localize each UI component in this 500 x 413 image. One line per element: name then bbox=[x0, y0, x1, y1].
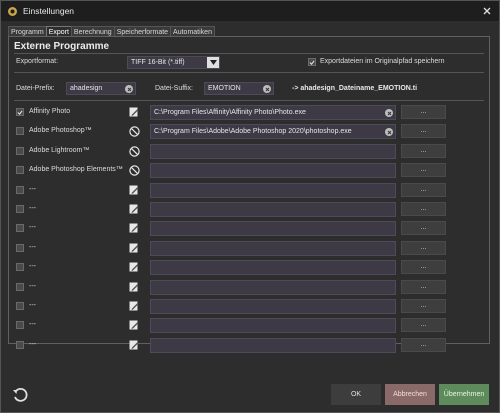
divider bbox=[14, 53, 484, 54]
browse-button[interactable]: ... bbox=[401, 299, 446, 313]
window-title: Einstellungen bbox=[23, 6, 75, 16]
suffix-input[interactable]: EMOTION bbox=[204, 82, 274, 95]
program-enable-checkbox[interactable] bbox=[16, 127, 24, 135]
chevron-down-icon bbox=[207, 57, 219, 68]
program-enable-checkbox[interactable] bbox=[16, 186, 24, 194]
edit-icon[interactable] bbox=[128, 261, 140, 273]
program-path-value: C:\Program Files\Affinity\Affinity Photo… bbox=[154, 109, 306, 116]
program-path-input[interactable] bbox=[150, 183, 396, 198]
export-format-select[interactable]: TIFF 16-Bit (*.tiff) bbox=[127, 56, 220, 69]
browse-button[interactable]: ... bbox=[401, 183, 446, 197]
program-name: Adobe Photoshop Elements™ bbox=[29, 166, 123, 173]
program-enable-checkbox[interactable] bbox=[16, 321, 24, 329]
program-enable-checkbox[interactable] bbox=[16, 341, 24, 349]
program-name: --- bbox=[29, 224, 36, 231]
divider bbox=[14, 100, 484, 101]
program-name: Adobe Lightroom™ bbox=[29, 147, 90, 154]
program-path-input[interactable]: C:\Program Files\Affinity\Affinity Photo… bbox=[150, 105, 396, 120]
edit-icon[interactable] bbox=[128, 339, 140, 351]
program-path-input[interactable]: C:\Program Files\Adobe\Adobe Photoshop 2… bbox=[150, 124, 396, 139]
clear-icon[interactable] bbox=[263, 85, 271, 93]
clear-icon[interactable] bbox=[385, 109, 393, 117]
program-enable-checkbox[interactable] bbox=[16, 147, 24, 155]
program-enable-checkbox[interactable] bbox=[16, 205, 24, 213]
export-format-label: Exportformat: bbox=[16, 58, 59, 65]
edit-icon[interactable] bbox=[128, 222, 140, 234]
program-enable-checkbox[interactable] bbox=[16, 283, 24, 291]
program-name: --- bbox=[29, 205, 36, 212]
section-title: Externe Programme bbox=[14, 41, 110, 52]
program-path-input[interactable] bbox=[150, 299, 396, 314]
program-path-input[interactable] bbox=[150, 241, 396, 256]
no-entry-icon[interactable] bbox=[128, 145, 140, 157]
program-path-input[interactable] bbox=[150, 202, 396, 217]
program-path-input[interactable] bbox=[150, 260, 396, 275]
browse-button[interactable]: ... bbox=[401, 338, 446, 352]
prefix-value: ahadesign bbox=[70, 85, 103, 92]
edit-icon[interactable] bbox=[128, 242, 140, 254]
edit-icon[interactable] bbox=[128, 300, 140, 312]
suffix-label: Datei-Suffix: bbox=[155, 85, 193, 92]
browse-button[interactable]: ... bbox=[401, 260, 446, 274]
program-enable-checkbox[interactable] bbox=[16, 244, 24, 252]
browse-button[interactable]: ... bbox=[401, 241, 446, 255]
divider bbox=[14, 72, 484, 73]
browse-button[interactable]: ... bbox=[401, 124, 446, 138]
settings-window: Einstellungen Programm Export Berechnung… bbox=[0, 0, 500, 413]
program-name: --- bbox=[29, 186, 36, 193]
program-path-input[interactable] bbox=[150, 280, 396, 295]
save-original-label: Exportdateien im Originalpfad speichern bbox=[320, 58, 445, 65]
browse-button[interactable]: ... bbox=[401, 221, 446, 235]
title-bar: Einstellungen bbox=[1, 1, 499, 21]
program-path-value: C:\Program Files\Adobe\Adobe Photoshop 2… bbox=[154, 128, 352, 135]
program-enable-checkbox[interactable] bbox=[16, 108, 24, 116]
program-path-input[interactable] bbox=[150, 163, 396, 178]
clear-icon[interactable] bbox=[125, 85, 133, 93]
reset-icon[interactable] bbox=[12, 387, 28, 403]
edit-icon[interactable] bbox=[128, 203, 140, 215]
program-path-input[interactable] bbox=[150, 338, 396, 353]
clear-icon[interactable] bbox=[385, 128, 393, 136]
no-entry-icon[interactable] bbox=[128, 164, 140, 176]
program-path-input[interactable] bbox=[150, 221, 396, 236]
cancel-button[interactable]: Abbrechen bbox=[385, 384, 435, 405]
export-panel: Externe Programme Exportformat: TIFF 16-… bbox=[8, 36, 490, 353]
browse-button[interactable]: ... bbox=[401, 105, 446, 119]
export-format-value: TIFF 16-Bit (*.tiff) bbox=[131, 59, 185, 66]
program-name: --- bbox=[29, 341, 36, 348]
program-name: Adobe Photoshop™ bbox=[29, 127, 92, 134]
ok-button[interactable]: OK bbox=[331, 384, 381, 405]
no-entry-icon[interactable] bbox=[128, 125, 140, 137]
program-name: --- bbox=[29, 263, 36, 270]
browse-button[interactable]: ... bbox=[401, 144, 446, 158]
program-name: --- bbox=[29, 302, 36, 309]
save-original-checkbox[interactable] bbox=[308, 58, 316, 66]
edit-icon[interactable] bbox=[128, 106, 140, 118]
apply-button[interactable]: Übernehmen bbox=[439, 384, 489, 405]
program-enable-checkbox[interactable] bbox=[16, 166, 24, 174]
suffix-value: EMOTION bbox=[208, 85, 241, 92]
program-name: --- bbox=[29, 244, 36, 251]
edit-icon[interactable] bbox=[128, 319, 140, 331]
program-path-input[interactable] bbox=[150, 144, 396, 159]
browse-button[interactable]: ... bbox=[401, 163, 446, 177]
program-name: Affinity Photo bbox=[29, 108, 71, 115]
program-enable-checkbox[interactable] bbox=[16, 302, 24, 310]
app-icon bbox=[6, 5, 18, 17]
filename-preview: -> ahadesign_Dateiname_EMOTION.ti bbox=[292, 85, 418, 92]
prefix-input[interactable]: ahadesign bbox=[66, 82, 136, 95]
close-icon[interactable] bbox=[479, 3, 495, 19]
browse-button[interactable]: ... bbox=[401, 202, 446, 216]
browse-button[interactable]: ... bbox=[401, 280, 446, 294]
program-enable-checkbox[interactable] bbox=[16, 224, 24, 232]
prefix-label: Datei-Prefix: bbox=[16, 85, 55, 92]
browse-button[interactable]: ... bbox=[401, 318, 446, 332]
edit-icon[interactable] bbox=[128, 184, 140, 196]
program-name: --- bbox=[29, 283, 36, 290]
program-enable-checkbox[interactable] bbox=[16, 263, 24, 271]
program-path-input[interactable] bbox=[150, 318, 396, 333]
edit-icon[interactable] bbox=[128, 281, 140, 293]
program-name: --- bbox=[29, 321, 36, 328]
